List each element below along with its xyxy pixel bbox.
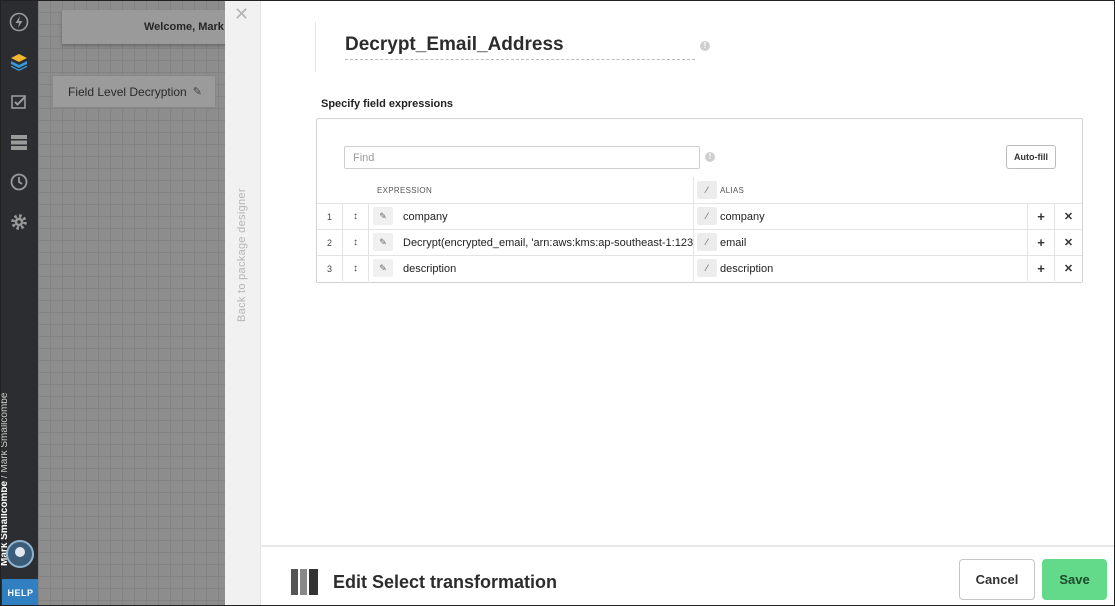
expressions-grid: Find ! Auto-fill EXPRESSION ⁄ ALIAS 1 ↕ … [316, 118, 1083, 283]
magic-wand-icon[interactable]: ⁄ [697, 233, 717, 251]
alias-cell[interactable]: ⁄ email [694, 230, 1028, 255]
user-separator: / [0, 472, 10, 481]
history-icon[interactable] [8, 171, 30, 193]
drag-handle-icon[interactable]: ↕ [343, 230, 369, 255]
help-button[interactable]: HELP [2, 579, 39, 606]
avatar[interactable] [6, 540, 34, 568]
package-name-button[interactable]: Field Level Decryption ✎ [52, 75, 216, 108]
expression-cell[interactable]: ✎ description [369, 256, 694, 281]
edit-expression-icon[interactable]: ✎ [373, 259, 393, 277]
cancel-button[interactable]: Cancel [959, 559, 1035, 600]
add-row-button[interactable]: + [1028, 256, 1055, 281]
package-name-label: Field Level Decryption [68, 84, 187, 99]
row-number: 3 [317, 256, 343, 281]
table-row: 1 ↕ ✎ company ⁄ company + ✕ [317, 203, 1082, 229]
close-icon[interactable]: ✕ [234, 5, 249, 23]
alias-cell[interactable]: ⁄ description [694, 256, 1028, 281]
delete-row-button[interactable]: ✕ [1055, 256, 1082, 281]
expression-cell[interactable]: ✎ company [369, 204, 694, 229]
magic-wand-icon[interactable]: ⁄ [697, 181, 717, 199]
delete-row-button[interactable]: ✕ [1055, 204, 1082, 229]
back-to-package-designer-link[interactable]: Back to package designer [236, 188, 248, 322]
drag-handle-icon[interactable]: ↕ [343, 256, 369, 281]
row-number: 1 [317, 204, 343, 229]
expression-text: description [403, 262, 457, 275]
settings-icon[interactable] [8, 211, 30, 233]
component-name-input[interactable]: Decrypt_Email_Address [345, 32, 695, 60]
magic-wand-icon[interactable]: ⁄ [697, 259, 717, 277]
save-button[interactable]: Save [1042, 559, 1107, 600]
alias-cell[interactable]: ⁄ company [694, 204, 1028, 229]
jobs-icon[interactable] [8, 91, 30, 113]
find-info-icon[interactable]: ! [705, 152, 715, 162]
section-label: Specify field expressions [321, 98, 454, 110]
drag-handle-icon[interactable]: ↕ [343, 204, 369, 229]
magic-wand-icon[interactable]: ⁄ [697, 207, 717, 225]
packages-icon[interactable] [8, 51, 30, 73]
alias-text: description [720, 262, 774, 275]
find-input[interactable]: Find [344, 146, 700, 169]
back-strip: ✕ Back to package designer [225, 0, 261, 606]
edit-expression-icon[interactable]: ✎ [373, 207, 393, 225]
footer-title: Edit Select transformation [333, 572, 558, 592]
package-designer-background: Welcome, Mark : Field Level Decryption ✎ [38, 0, 232, 606]
expression-text: company [403, 210, 448, 223]
app-sidebar: Mark Smallcombe / Mark Smallcombe HELP [0, 0, 39, 606]
table-row: 3 ↕ ✎ description ⁄ description + ✕ [317, 255, 1082, 281]
pencil-icon: ✎ [192, 86, 202, 98]
editor-footer: Edit Select transformation Cancel Save [261, 545, 1115, 606]
delete-row-button[interactable]: ✕ [1055, 230, 1082, 255]
edit-expression-icon[interactable]: ✎ [373, 233, 393, 251]
expression-text: Decrypt(encrypted_email, 'arn:aws:kms:ap… [403, 236, 694, 249]
connections-icon[interactable] [8, 131, 30, 153]
alias-text: email [720, 236, 747, 249]
user-name[interactable]: Mark Smallcombe / Mark Smallcombe [0, 386, 10, 566]
add-row-button[interactable]: + [1028, 204, 1055, 229]
alias-text: company [720, 210, 765, 223]
auto-fill-button[interactable]: Auto-fill [1006, 145, 1056, 169]
transformation-editor: Decrypt_Email_Address ! Specify field ex… [261, 0, 1115, 545]
info-icon[interactable]: ! [700, 41, 710, 51]
expression-cell[interactable]: ✎ Decrypt(encrypted_email, 'arn:aws:kms:… [369, 230, 694, 255]
welcome-banner: Welcome, Mark : [62, 10, 232, 44]
user-secondary: Mark Smallcombe [0, 392, 10, 473]
table-row: 2 ↕ ✎ Decrypt(encrypted_email, 'arn:aws:… [317, 229, 1082, 255]
column-header-expression: EXPRESSION [377, 185, 433, 195]
column-header-alias: ALIAS [720, 185, 745, 195]
column-divider [693, 177, 694, 203]
row-number: 2 [317, 230, 343, 255]
add-row-button[interactable]: + [1028, 230, 1055, 255]
lightning-icon[interactable] [8, 11, 30, 33]
select-transformation-icon [291, 569, 318, 595]
